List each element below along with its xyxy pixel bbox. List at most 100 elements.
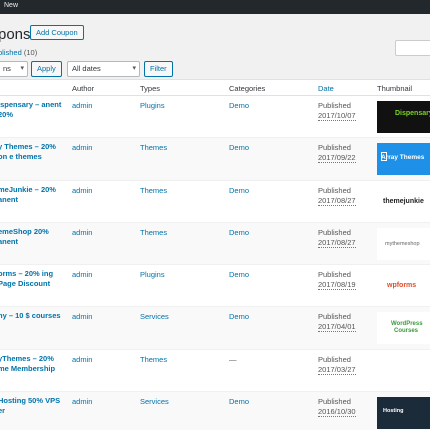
- table-row: emeShop 20% anent admin Themes Demo Publishe…: [0, 222, 430, 266]
- post-date: 2017/04/01: [318, 322, 356, 333]
- author-link[interactable]: admin: [72, 312, 92, 321]
- post-status: Published 2017/03/27: [318, 355, 356, 375]
- type-link[interactable]: Themes: [140, 186, 167, 195]
- status-label: Published: [318, 227, 351, 237]
- author-link[interactable]: admin: [72, 143, 92, 152]
- search-input[interactable]: [395, 40, 430, 56]
- status-label: Published: [318, 143, 351, 153]
- admin-bar-new[interactable]: New: [4, 2, 18, 9]
- post-status: Published 2017/08/19: [318, 270, 356, 291]
- post-date: 2017/09/22: [318, 153, 356, 164]
- published-link[interactable]: blished: [0, 48, 22, 57]
- post-date: 2017/08/27: [318, 195, 356, 206]
- post-status: Published 2017/08/27: [318, 228, 356, 248]
- status-filter-links: blished (10): [0, 48, 37, 57]
- category-link[interactable]: Demo: [229, 397, 249, 406]
- status-label: Published: [318, 101, 351, 110]
- col-thumbnail: Thumbnail: [377, 84, 413, 93]
- table-header: Author Types Categories Date Thumbnail: [0, 80, 430, 96]
- table-row: ispensary – anent 20% admin Plugins Demo Pub…: [0, 96, 430, 139]
- table-row: yThemes – 20% me Membership admin Themes — P…: [0, 350, 430, 393]
- published-count: (10): [23, 48, 38, 57]
- thumbnail-text: Hosting: [383, 408, 404, 415]
- status-label: Published: [318, 397, 351, 407]
- post-status: Published 2017/04/01: [318, 312, 356, 333]
- bulk-actions-select[interactable]: ns ▾: [0, 61, 28, 77]
- post-date: 2017/08/19: [318, 280, 356, 291]
- bulk-actions-value: ns: [3, 64, 11, 73]
- author-link[interactable]: admin: [72, 228, 92, 237]
- post-status: Published 2017/09/22: [318, 143, 356, 164]
- post-status: Published 2017/10/07: [318, 101, 356, 121]
- coupon-title-link[interactable]: ispensary – anent 20%: [0, 100, 64, 120]
- coupon-title-link[interactable]: orms – 20% ing Page Discount: [0, 269, 64, 289]
- status-label: Published: [318, 270, 351, 280]
- table-row: Hosting 50% VPS er admin Services Demo Publi…: [0, 392, 430, 430]
- category-link[interactable]: Demo: [229, 186, 249, 195]
- table-row: y Themes – 20% on e themes admin Themes Dem…: [0, 138, 430, 181]
- date-filter-value: All dates: [72, 64, 101, 73]
- post-date: 2016/10/30: [318, 407, 356, 418]
- author-link[interactable]: admin: [72, 270, 92, 279]
- table-row: orms – 20% ing Page Discount admin Plugins…: [0, 265, 430, 308]
- thumbnail-text: wpforms: [387, 282, 417, 290]
- table-row: meJunkie – 20% anent admin Themes Demo Publi…: [0, 181, 430, 223]
- type-link[interactable]: Services: [140, 312, 169, 321]
- author-link[interactable]: admin: [72, 186, 92, 195]
- thumbnail-text: WordPress Courses: [391, 321, 423, 335]
- coupon-thumbnail: [377, 354, 430, 387]
- apply-button[interactable]: Apply: [31, 61, 62, 77]
- coupon-thumbnail: Array Themes: [377, 143, 430, 176]
- coupon-title-link[interactable]: emeShop 20% anent: [0, 227, 64, 247]
- coupon-thumbnail: themejunkie: [377, 185, 430, 218]
- filter-button[interactable]: Filter: [144, 61, 173, 77]
- author-link[interactable]: admin: [72, 397, 92, 406]
- coupon-thumbnail: wpforms: [377, 270, 430, 303]
- thumbnail-text: Array Themes: [381, 154, 425, 162]
- thumbnail-text: mythemeshop: [385, 240, 420, 247]
- category-link[interactable]: Demo: [229, 312, 249, 321]
- author-link[interactable]: admin: [72, 355, 92, 364]
- post-status: Published 2016/10/30: [318, 397, 356, 418]
- col-author: Author: [72, 84, 95, 93]
- type-link[interactable]: Themes: [140, 355, 167, 364]
- coupon-title-link[interactable]: Hosting 50% VPS er: [0, 396, 64, 416]
- post-status: Published 2017/08/27: [318, 186, 356, 206]
- thumbnail-text: Dispensary: [395, 110, 430, 117]
- coupon-title-link[interactable]: y Themes – 20% on e themes: [0, 142, 64, 162]
- admin-bar: New: [0, 0, 430, 14]
- coupon-thumbnail: Dispensary: [377, 101, 430, 133]
- type-link[interactable]: Themes: [140, 143, 167, 152]
- thumbnail-text: themejunkie: [383, 197, 424, 205]
- post-date: 2017/03/27: [318, 364, 356, 375]
- status-label: Published: [318, 185, 351, 195]
- coupon-thumbnail: WordPress Courses: [377, 312, 430, 345]
- post-date: 2017/08/27: [318, 237, 356, 248]
- category-link[interactable]: Demo: [229, 143, 249, 152]
- author-link[interactable]: admin: [72, 101, 92, 110]
- status-label: Published: [318, 312, 351, 322]
- category-link[interactable]: Demo: [229, 101, 249, 110]
- category-link[interactable]: Demo: [229, 228, 249, 237]
- coupon-title-link[interactable]: yThemes – 20% me Membership: [0, 354, 64, 374]
- add-coupon-button[interactable]: Add Coupon: [30, 25, 84, 40]
- category-link: —: [229, 354, 237, 364]
- type-link[interactable]: Services: [140, 397, 169, 406]
- date-filter-select[interactable]: All dates ▾: [67, 61, 140, 77]
- col-categories: Categories: [229, 84, 266, 93]
- type-link[interactable]: Plugins: [140, 270, 165, 279]
- coupon-title-link[interactable]: ny – 10 $ courses: [0, 311, 64, 321]
- category-link[interactable]: Demo: [229, 270, 249, 279]
- chevron-down-icon: ▾: [132, 65, 136, 72]
- post-date: 2017/10/07: [318, 111, 356, 121]
- col-types: Types: [140, 84, 161, 93]
- table-row: ny – 10 $ courses admin Services Demo Publis…: [0, 307, 430, 350]
- coupon-title-link[interactable]: meJunkie – 20% anent: [0, 185, 64, 205]
- coupon-thumbnail: Hosting: [377, 397, 430, 430]
- coupons-table: Author Types Categories Date Thumbnail i…: [0, 79, 430, 430]
- page-title: pons: [0, 26, 31, 43]
- col-date[interactable]: Date: [318, 84, 334, 93]
- status-label: Published: [318, 354, 351, 364]
- type-link[interactable]: Plugins: [140, 101, 165, 110]
- type-link[interactable]: Themes: [140, 228, 167, 237]
